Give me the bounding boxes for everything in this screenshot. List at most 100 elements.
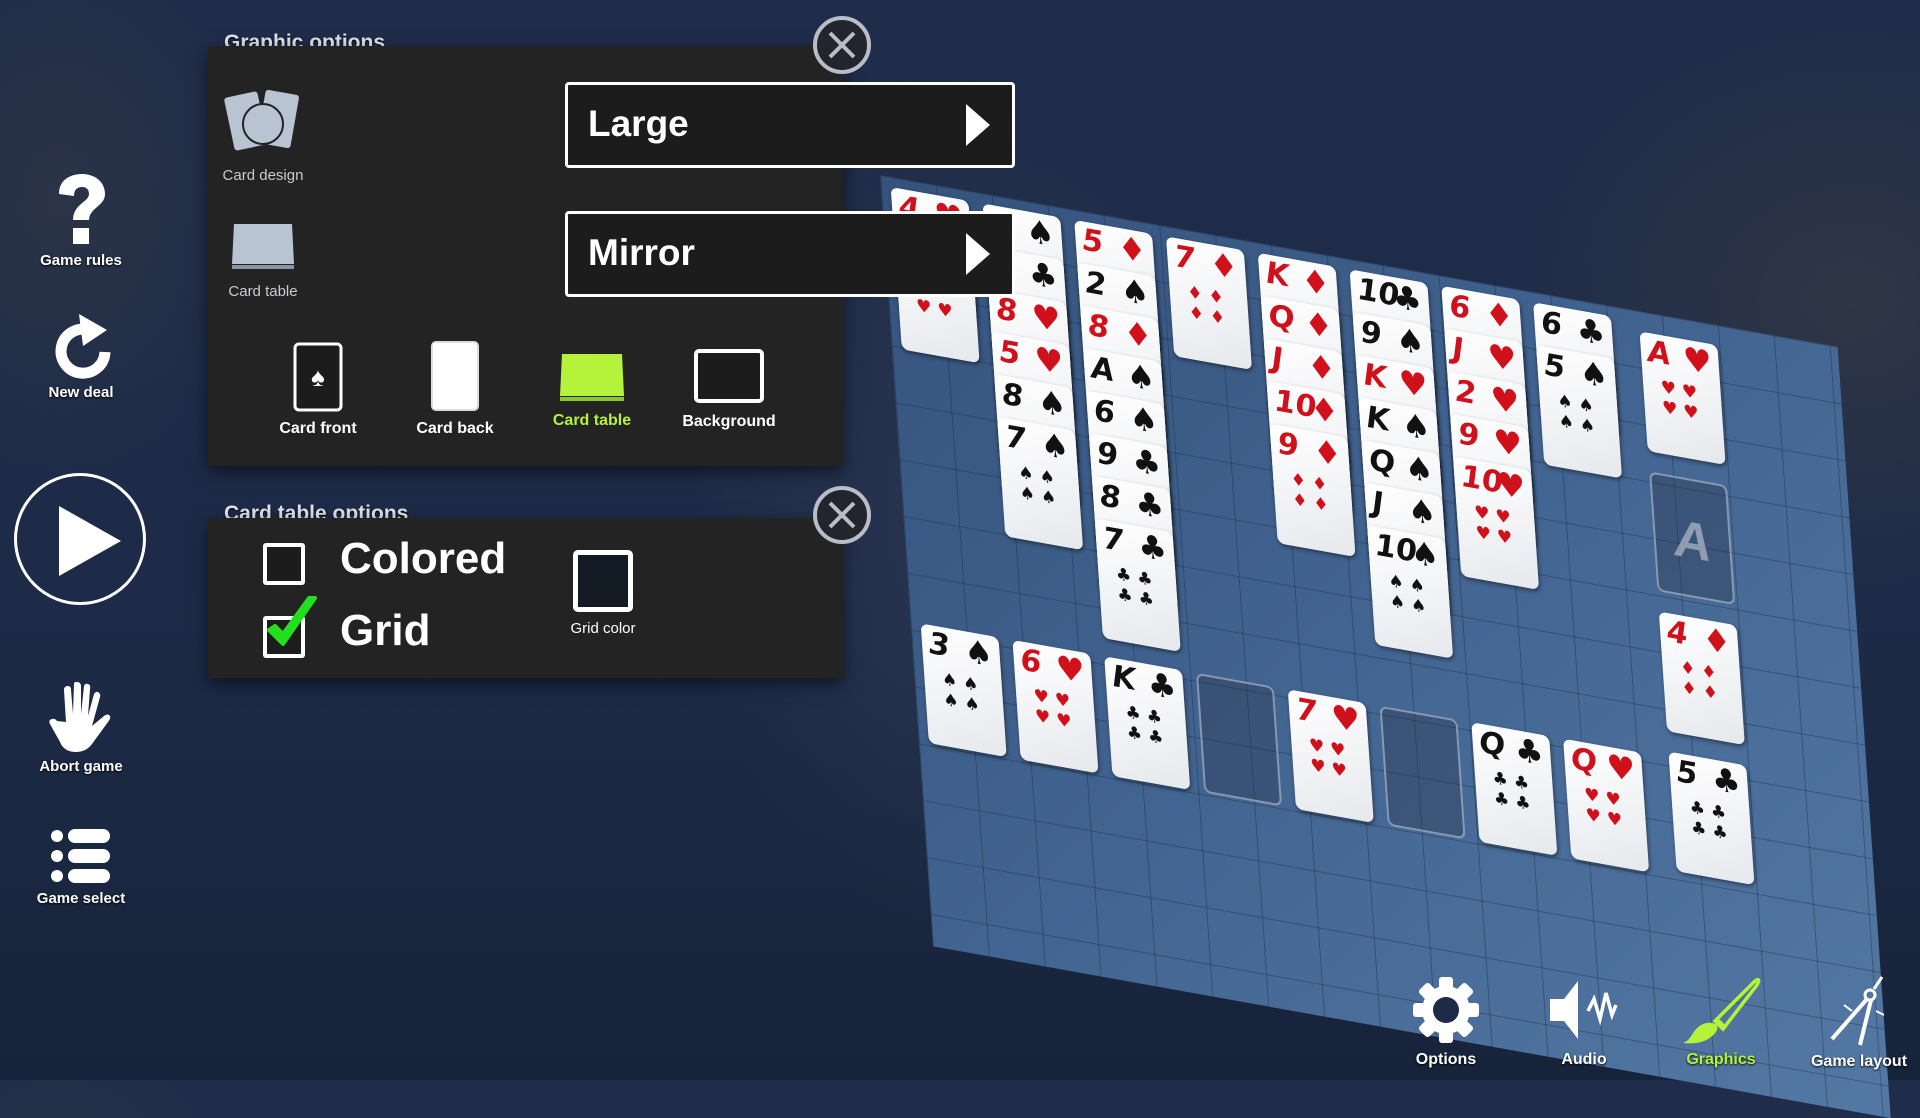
card-design-option[interactable]: Card design [208, 86, 318, 184]
card-rank: 8 [995, 290, 1019, 331]
graphics-button[interactable]: Graphics [1656, 975, 1786, 1069]
game-layout-label: Game layout [1810, 1053, 1908, 1070]
foundation-card[interactable]: 5 ♣ ♣♣ ♣♣ [1668, 751, 1755, 886]
card-rank: 6 [1019, 642, 1043, 682]
card-design-label: Card design [222, 167, 304, 184]
card-rank: 9 [1095, 435, 1120, 475]
play-button[interactable] [14, 473, 146, 605]
card-table-label: Card table [228, 283, 298, 300]
game-rules-label: Game rules [40, 252, 122, 269]
card-back-icon [431, 341, 479, 411]
card-rank: 7 [1294, 691, 1319, 731]
card-rank: K [1264, 255, 1291, 295]
card-rank: Q [1267, 297, 1296, 338]
card-suit-icon: ♣ [1136, 525, 1169, 570]
grid-checkbox[interactable] [263, 596, 317, 658]
new-deal-label: New deal [48, 384, 114, 401]
card-suit-icon: ♠ [1128, 397, 1160, 442]
card-rank: 9 [1359, 314, 1383, 354]
card-rank: 8 [1087, 307, 1111, 347]
game-rules-button[interactable]: Game rules [20, 172, 142, 269]
card-rank: J [1270, 340, 1285, 378]
reserve-card[interactable]: Q ♣ ♣♣ ♣♣ [1471, 722, 1558, 856]
card-suit-icon: ♣ [1575, 309, 1607, 354]
card-table-options-panel: Colored Grid Grid color [208, 518, 843, 678]
close-icon [828, 31, 856, 59]
card-suit-icon: ♦ [1122, 312, 1154, 357]
close-card-table-options-button[interactable] [813, 486, 871, 544]
playing-card[interactable]: 7 ♦ ♦♦ ♦♦ [1166, 236, 1253, 371]
audio-label: Audio [1561, 1051, 1607, 1068]
card-suit-icon: ♥ [1495, 463, 1527, 508]
card-rank: 7 [1004, 418, 1028, 459]
speaker-icon [1550, 981, 1618, 1039]
card-rank: 8 [1001, 376, 1025, 416]
card-rank: 8 [1098, 477, 1123, 518]
playing-card[interactable]: 9 ♦ ♦♦ ♦♦ [1269, 423, 1356, 558]
grid-color-button[interactable]: Grid color [553, 550, 653, 637]
card-suit-icon: ♥ [1681, 338, 1714, 383]
question-icon [59, 174, 105, 244]
next-arrow-icon[interactable] [966, 233, 990, 275]
playing-card[interactable]: 10 ♠ ♠♠ ♠♠ [1367, 525, 1454, 659]
card-suit-icon: ♠ [962, 630, 995, 675]
reserve-empty-slot[interactable] [1195, 672, 1283, 807]
reserve-empty-slot[interactable] [1379, 705, 1466, 840]
playing-card[interactable]: 7 ♠ ♠♠ ♠♠ [997, 416, 1084, 551]
playing-card[interactable]: 7 ♣ ♣♣ ♣♣ [1094, 518, 1181, 652]
background-icon [694, 349, 764, 403]
redo-arrow-icon [55, 314, 111, 379]
reserve-card[interactable]: 6 ♥ ♥♥ ♥♥ [1012, 639, 1099, 774]
card-rank: Q [1478, 724, 1507, 765]
next-arrow-icon[interactable] [966, 104, 990, 146]
card-suit-icon: ♠ [1024, 210, 1056, 255]
close-graphic-options-button[interactable] [813, 16, 871, 74]
card-suit-icon: ♣ [1513, 729, 1545, 774]
card-table-option[interactable]: Card table [208, 222, 318, 300]
game-select-label: Game select [36, 890, 126, 907]
card-rank: Q [1570, 740, 1599, 781]
play-icon [59, 506, 121, 576]
compass-icon [1830, 976, 1885, 1046]
reserve-card[interactable]: K ♣ ♣♣ ♣♣ [1104, 656, 1191, 791]
new-deal-button[interactable]: New deal [20, 308, 142, 401]
card-suit-icon: ♥ [1486, 335, 1518, 380]
tab-card-back[interactable]: Card back [390, 340, 520, 438]
foundation-card[interactable]: 4 ♦ ♦♦ ♦♦ [1658, 611, 1745, 746]
options-label: Options [1415, 1051, 1477, 1068]
abort-game-button[interactable]: Abort game [20, 682, 142, 775]
card-front-label: Card front [279, 420, 357, 437]
card-rank: 2 [1454, 373, 1478, 413]
card-suit-icon: ♣ [1027, 253, 1059, 298]
reserve-card[interactable]: 7 ♥ ♥♥ ♥♥ [1287, 689, 1374, 823]
foundation-slot[interactable]: A [1649, 471, 1736, 606]
card-rank: 5 [998, 333, 1022, 373]
card-suit-icon: ♠ [1036, 381, 1068, 426]
tab-card-table[interactable]: Card table [527, 352, 657, 430]
reserve-card[interactable]: 3 ♠ ♠♠ ♠♠ [920, 623, 1007, 758]
card-table-selector[interactable]: Mirror [565, 211, 1015, 297]
colored-checkbox[interactable] [263, 543, 305, 585]
foundation-card[interactable]: A ♥ ♥♥ ♥♥ [1639, 331, 1726, 466]
card-suit-icon: ♥ [1492, 421, 1524, 465]
audio-button[interactable]: Audio [1519, 975, 1649, 1069]
card-front-icon: ♠ [293, 342, 343, 412]
card-suit-icon: ♦ [1299, 260, 1332, 305]
playing-card[interactable]: 5 ♠ ♠♠ ♠♠ [1536, 344, 1623, 479]
playing-card[interactable]: 10 ♥ ♥♥ ♥♥ [1453, 456, 1540, 590]
tab-background[interactable]: Background [664, 349, 794, 431]
reserve-card[interactable]: Q ♥ ♥♥ ♥♥ [1563, 738, 1650, 873]
card-suit-icon: ♠ [1125, 355, 1157, 400]
options-button[interactable]: Options [1381, 975, 1511, 1069]
card-suit-icon: ♦ [1701, 619, 1733, 663]
card-suit-icon: ♣ [1710, 759, 1742, 803]
card-design-value: Large [588, 103, 689, 144]
card-suit-icon: ♥ [1489, 378, 1521, 423]
game-layout-button[interactable]: Game layout [1794, 975, 1920, 1071]
tab-card-front[interactable]: ♠ Card front [253, 342, 383, 438]
background-label: Background [682, 413, 776, 430]
card-design-selector[interactable]: Large [565, 82, 1015, 168]
card-suit-icon: ♠ [1400, 404, 1432, 449]
card-rank: J [1371, 484, 1385, 523]
game-select-button[interactable]: Game select [20, 826, 142, 907]
